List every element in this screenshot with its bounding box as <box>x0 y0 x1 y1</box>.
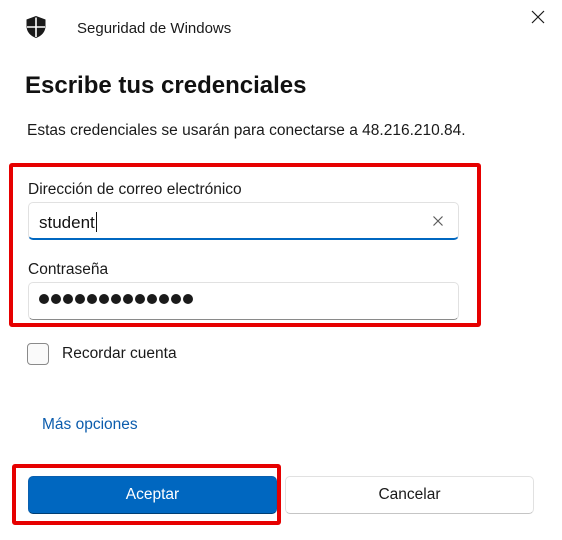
password-field[interactable] <box>28 282 459 320</box>
password-dot <box>183 294 193 304</box>
password-dot <box>123 294 133 304</box>
text-caret <box>95 212 97 232</box>
password-dot <box>87 294 97 304</box>
password-dot <box>171 294 181 304</box>
more-options-link[interactable]: Más opciones <box>42 416 138 434</box>
password-dot <box>135 294 145 304</box>
shield-icon <box>25 15 47 39</box>
email-label: Dirección de correo electrónico <box>28 181 242 198</box>
checkbox-box[interactable] <box>27 343 49 365</box>
password-mask <box>39 294 193 304</box>
credentials-dialog: Seguridad de Windows Escribe tus credenc… <box>0 0 562 540</box>
cancel-button[interactable]: Cancelar <box>285 476 534 514</box>
password-dot <box>63 294 73 304</box>
password-dot <box>75 294 85 304</box>
dialog-heading: Escribe tus credenciales <box>25 72 307 99</box>
title-bar: Seguridad de Windows <box>0 0 562 58</box>
password-dot <box>39 294 49 304</box>
password-dot <box>51 294 61 304</box>
password-dot <box>111 294 121 304</box>
remember-account-label: Recordar cuenta <box>62 345 177 362</box>
close-button[interactable] <box>520 4 556 34</box>
app-title: Seguridad de Windows <box>77 20 232 37</box>
email-value: student <box>39 212 97 232</box>
password-dot <box>159 294 169 304</box>
accept-button[interactable]: Aceptar <box>28 476 277 514</box>
password-dot <box>147 294 157 304</box>
email-field[interactable]: student <box>28 202 459 240</box>
dialog-description: Estas credenciales se usarán para conect… <box>27 122 466 139</box>
clear-x-icon[interactable] <box>430 213 446 229</box>
close-icon <box>531 10 545 29</box>
remember-account-checkbox[interactable]: Recordar cuenta <box>27 343 177 365</box>
password-label: Contraseña <box>28 261 109 278</box>
password-dot <box>99 294 109 304</box>
